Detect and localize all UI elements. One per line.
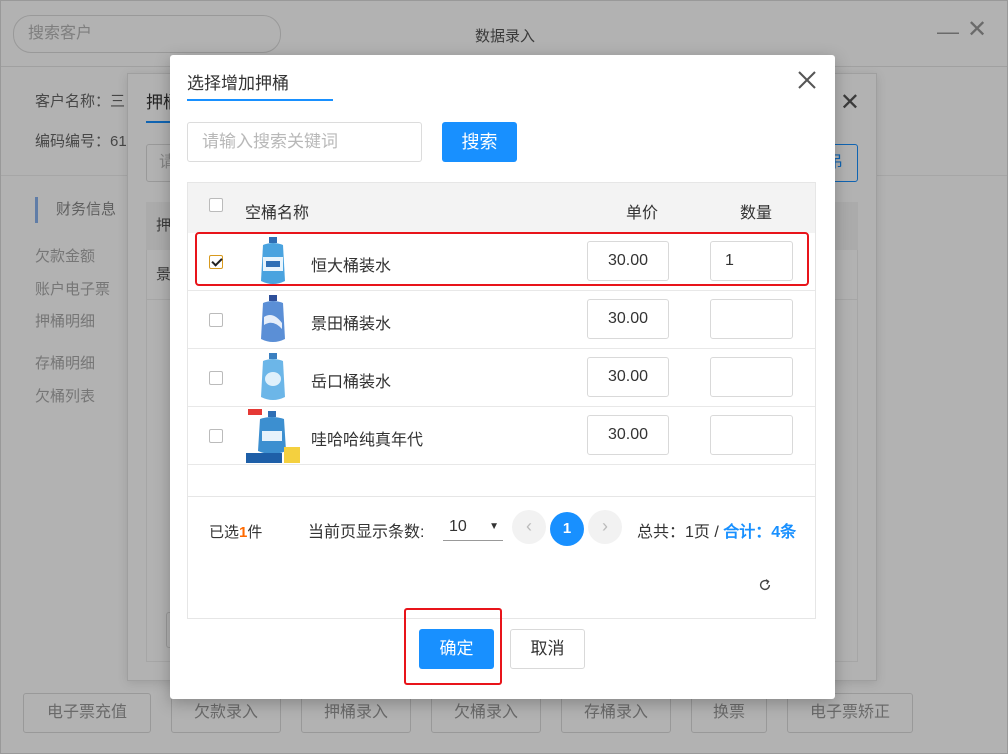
row-checkbox[interactable]: [209, 371, 223, 385]
water-bucket-image: [261, 353, 285, 400]
column-header-qty: 数量: [740, 205, 773, 222]
row-checkbox[interactable]: [209, 429, 223, 443]
page-number-current[interactable]: 1: [550, 512, 584, 546]
water-bucket-image: [261, 295, 285, 342]
selected-prefix: 已选: [209, 524, 240, 541]
modal-title-tab: 选择增加押桶: [187, 69, 333, 101]
column-header-name: 空桶名称: [245, 205, 310, 222]
quantity-input[interactable]: [710, 415, 793, 455]
select-all-checkbox[interactable]: [209, 198, 223, 212]
cancel-button[interactable]: 取消: [510, 629, 585, 669]
divider: [188, 496, 815, 497]
table-row[interactable]: 岳口桶装水 30.00: [188, 349, 815, 407]
price-input[interactable]: 30.00: [587, 299, 669, 339]
close-icon[interactable]: [795, 68, 819, 92]
price-input[interactable]: 30.00: [587, 415, 669, 455]
search-button[interactable]: 搜索: [442, 122, 517, 162]
refresh-icon[interactable]: [758, 578, 772, 592]
select-deposit-modal: 选择增加押桶 搜索 空桶名称 单价 数量 恒大桶装水 30.00 1: [170, 55, 835, 699]
bucket-name: 哇哈哈纯真年代: [311, 432, 424, 449]
caret-down-icon: ▼: [489, 521, 499, 532]
table-row[interactable]: 景田桶装水 30.00: [188, 291, 815, 349]
price-input[interactable]: 30.00: [587, 357, 669, 397]
prev-page-button[interactable]: ‹: [512, 510, 546, 544]
column-header-price: 单价: [626, 205, 659, 222]
total-count-text: 合计：4条: [723, 524, 797, 541]
selected-suffix: 件: [247, 524, 263, 541]
bucket-name: 岳口桶装水: [311, 374, 392, 391]
water-bucket-image: [246, 409, 300, 463]
page-size-label: 当前页显示条数:: [308, 524, 425, 541]
total-info: 总共：1页 / 合计：4条: [637, 518, 796, 542]
total-pages-text: 总共：1页 /: [637, 524, 719, 541]
quantity-input[interactable]: [710, 299, 793, 339]
table-row[interactable]: 哇哈哈纯真年代 30.00: [188, 407, 815, 465]
page-size-select[interactable]: 10 ▼: [443, 513, 503, 541]
keyword-search-input[interactable]: [187, 122, 422, 162]
row-checkbox[interactable]: [209, 313, 223, 327]
confirm-button-highlight: [404, 608, 502, 685]
quantity-input[interactable]: [710, 357, 793, 397]
page-size-value: 10: [449, 518, 467, 535]
next-page-button[interactable]: ›: [588, 510, 622, 544]
selected-row-highlight: [195, 232, 809, 286]
selected-count-info: 已选1件: [209, 521, 262, 542]
bucket-name: 景田桶装水: [311, 316, 392, 333]
table-header: 空桶名称 单价 数量: [188, 183, 815, 233]
